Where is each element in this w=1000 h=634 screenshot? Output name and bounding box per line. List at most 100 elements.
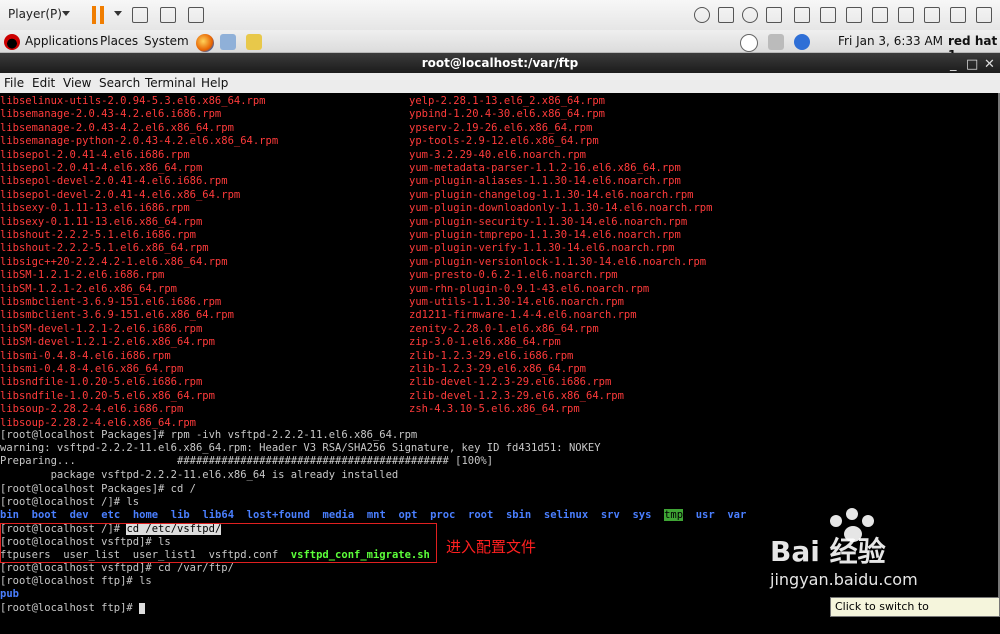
minimize-button[interactable]: _ [950, 55, 957, 75]
mail-icon[interactable] [220, 34, 236, 50]
dir-entry: proc [430, 509, 456, 521]
watermark-url: jingyan.baidu.com [770, 570, 918, 589]
package-item: yum-utils-1.1.30-14.el6.noarch.rpm [409, 296, 624, 308]
paw-icon [830, 515, 842, 527]
dir-entry: bin [0, 509, 19, 521]
maximize-button[interactable]: □ [966, 55, 978, 75]
device-icon[interactable] [950, 7, 966, 23]
package-item: yum-plugin-verify-1.1.30-14.el6.noarch.r… [409, 242, 675, 255]
package-item: yum-3.2.29-40.el6.noarch.rpm [409, 148, 587, 161]
package-item: yum-plugin-changelog-1.1.30-14.el6.noarc… [409, 188, 694, 201]
terminal-line: pub [0, 588, 19, 600]
terminal-line: [root@localhost /]# ls [0, 496, 140, 508]
menu-help[interactable]: Help [201, 76, 228, 90]
terminal-line: [root@localhost vsftpd]# cd /var/ftp/ [0, 562, 234, 574]
menu-view[interactable]: View [63, 76, 91, 90]
package-item: libsepol-devel-2.0.41-4.el6.x86_64.rpm [0, 188, 241, 201]
dir-entry: var [727, 509, 747, 521]
unity-icon[interactable] [188, 7, 204, 23]
vm-toolbar: Player(P) [0, 0, 1000, 31]
package-item: yum-metadata-parser-1.1.2-16.el6.x86_64.… [409, 162, 681, 174]
terminal-line: [root@localhost ftp]# ls [0, 575, 152, 587]
dir-entry: etc [101, 509, 121, 521]
package-item: libsigc++20-2.2.4.2-1.el6.x86_64.rpm [0, 255, 228, 268]
package-item: yp-tools-2.9-12.el6.x86_64.rpm [409, 135, 599, 148]
menu-terminal[interactable]: Terminal [145, 76, 196, 90]
dir-entry: mnt [366, 509, 386, 521]
package-item: libsndfile-1.0.20-5.el6.i686.rpm [0, 376, 203, 389]
package-item: libsepol-2.0.41-4.el6.i686.rpm [0, 148, 190, 161]
volume-icon[interactable] [768, 34, 784, 50]
package-item: libsemanage-2.0.43-4.2.el6.x86_64.rpm [0, 121, 234, 134]
device-icon[interactable] [924, 7, 940, 23]
package-item: libsoup-2.28.2-4.el6.x86_64.rpm [0, 416, 196, 429]
chevron-down-icon[interactable] [62, 11, 70, 16]
package-item: yum-plugin-security-1.1.30-14.el6.noarch… [409, 215, 688, 228]
clock[interactable]: Fri Jan 3, 6:33 AM [838, 34, 943, 48]
display-icon[interactable] [872, 7, 888, 23]
firefox-icon[interactable] [196, 34, 214, 52]
update-icon[interactable] [740, 34, 758, 52]
device-icon[interactable] [898, 7, 914, 23]
redhat-logo-icon[interactable] [4, 34, 20, 50]
package-item: libsexy-0.1.11-13.el6.i686.rpm [0, 202, 190, 215]
terminal-line: [root@localhost Packages]# rpm -ivh vsft… [0, 429, 418, 441]
window-titlebar[interactable]: root@localhost:/var/ftp _ □ ✕ [0, 53, 1000, 73]
package-item: libsepol-devel-2.0.41-4.el6.i686.rpm [0, 175, 228, 188]
package-item: libsexy-0.1.11-13.el6.x86_64.rpm [0, 215, 203, 228]
package-item: yum-plugin-tmprepo-1.1.30-14.el6.noarch.… [409, 229, 681, 241]
places-menu[interactable]: Places [100, 34, 138, 48]
terminal-line: package vsftpd-2.2.2-11.el6.x86_64 is al… [0, 469, 399, 481]
cdrom-icon[interactable] [742, 7, 758, 23]
highlight-box [0, 523, 437, 563]
menu-search[interactable]: Search [99, 76, 140, 90]
applications-menu[interactable]: Applications [25, 34, 98, 48]
system-menu[interactable]: System [144, 34, 189, 48]
chevron-down-icon[interactable] [114, 11, 122, 16]
package-item: yelp-2.28.1-13.el6_2.x86_64.rpm [409, 95, 605, 107]
package-item: zd1211-firmware-1.4-4.el6.noarch.rpm [409, 309, 637, 322]
menu-file[interactable]: File [4, 76, 24, 90]
forward-icon[interactable] [694, 7, 710, 23]
printer-icon[interactable] [846, 7, 862, 23]
fullscreen-icon[interactable] [160, 7, 176, 23]
window-title: root@localhost:/var/ftp [421, 56, 579, 70]
paw-icon [846, 508, 858, 520]
sound-icon[interactable] [820, 7, 836, 23]
workspace-tooltip: Click to switch to "Workspace 2" [830, 597, 1000, 631]
package-item: libsepol-2.0.41-4.el6.x86_64.rpm [0, 162, 203, 174]
bluetooth-icon[interactable] [794, 34, 810, 50]
dir-entry: sys [632, 509, 652, 521]
package-item: libshout-2.2.2-5.1.el6.x86_64.rpm [0, 242, 209, 255]
harddisk-icon[interactable] [718, 7, 734, 23]
pause-icon[interactable] [92, 6, 106, 24]
usb-icon[interactable] [794, 7, 810, 23]
package-item: ypbind-1.20.4-30.el6.x86_64.rpm [409, 108, 605, 121]
package-item: libsemanage-2.0.43-4.2.el6.i686.rpm [0, 108, 222, 121]
package-item: libsndfile-1.0.20-5.el6.x86_64.rpm [0, 389, 215, 402]
close-button[interactable]: ✕ [984, 55, 995, 75]
watermark-brand: Bai 经验 [770, 535, 886, 568]
notes-icon[interactable] [246, 34, 262, 50]
package-item: zlib-devel-1.2.3-29.el6.x86_64.rpm [409, 389, 624, 402]
dir-entry: usr [695, 509, 715, 521]
package-item: zlib-1.2.3-29.el6.x86_64.rpm [409, 363, 587, 375]
package-item: yum-presto-0.6.2-1.el6.noarch.rpm [409, 269, 618, 282]
dir-entry: sbin [505, 509, 532, 521]
package-item: libshout-2.2.2-5.1.el6.i686.rpm [0, 229, 196, 241]
package-item: yum-plugin-downloadonly-1.1.30-14.el6.no… [409, 202, 713, 215]
menu-bar: File Edit View Search Terminal Help [0, 73, 1000, 94]
menu-edit[interactable]: Edit [32, 76, 55, 90]
dir-entry: lib64 [202, 509, 235, 521]
package-item: libSM-1.2.1-2.el6.i686.rpm [0, 269, 165, 282]
prompt: [root@localhost ftp]# [0, 602, 140, 614]
package-item: libsmi-0.4.8-4.el6.x86_64.rpm [0, 363, 184, 375]
network-icon[interactable] [766, 7, 782, 23]
send-keys-icon[interactable] [132, 7, 148, 23]
player-menu[interactable]: Player(P) [8, 7, 62, 21]
package-item: zenity-2.28.0-1.el6.x86_64.rpm [409, 322, 599, 335]
package-item: yum-rhn-plugin-0.9.1-43.el6.noarch.rpm [409, 282, 650, 295]
device-icon[interactable] [976, 7, 992, 23]
package-item: libsmbclient-3.6.9-151.el6.i686.rpm [0, 296, 222, 308]
dir-entry: boot [31, 509, 57, 521]
